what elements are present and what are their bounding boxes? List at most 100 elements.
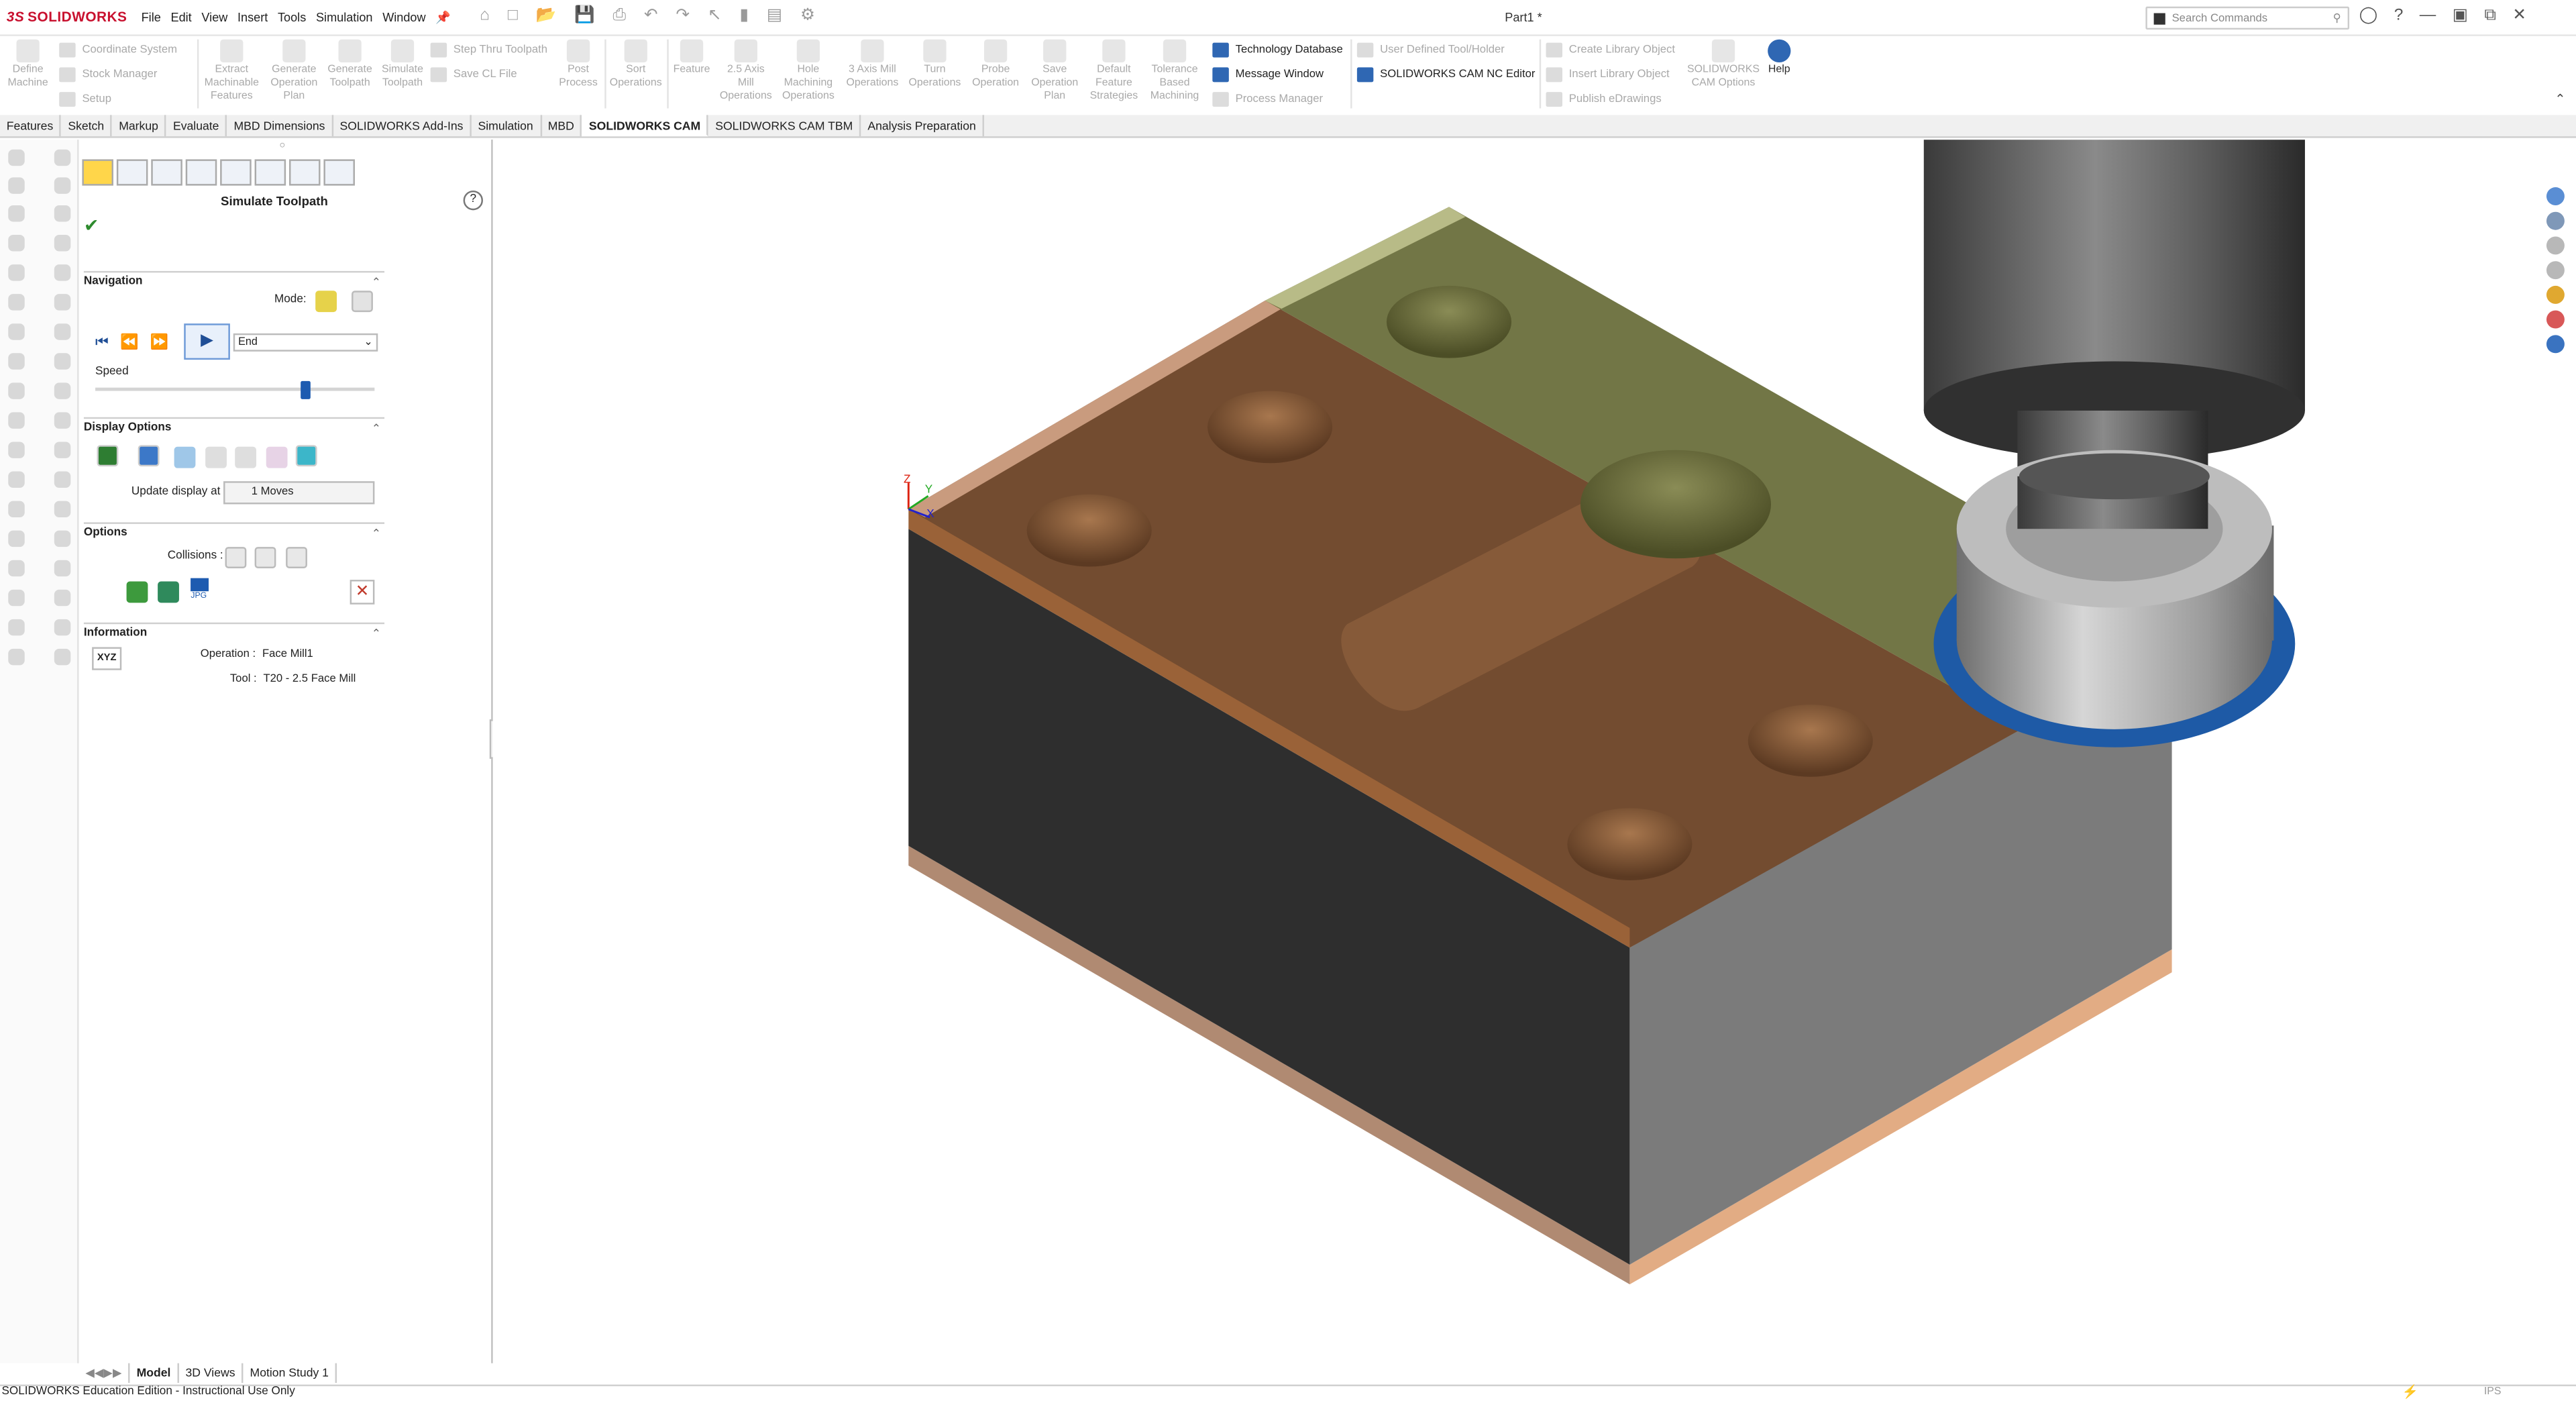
tool-icon[interactable] <box>8 530 25 548</box>
rebuild-status-icon[interactable]: ⚡ <box>2402 1384 2418 1399</box>
probe-operation-button[interactable]: Probe Operation <box>966 39 1025 91</box>
cam-tool-tree-tab[interactable] <box>289 159 321 186</box>
help-button[interactable]: Help <box>1761 39 1797 77</box>
coordinate-system-button[interactable]: Coordinate System <box>59 42 177 58</box>
user-account-icon[interactable]: ◯ <box>2359 7 2377 25</box>
tab-solidworks-cam[interactable]: SOLIDWORKS CAM <box>582 115 709 137</box>
define-machine-button[interactable]: Define Machine <box>7 39 50 91</box>
tab-scroll-arrows-icon[interactable]: ◀◀▶▶ <box>79 1363 130 1384</box>
display-stock-icon[interactable] <box>138 445 160 467</box>
save-cl-file-button[interactable]: Save CL File <box>430 67 517 83</box>
appearances-icon[interactable] <box>2546 310 2565 329</box>
pin-icon[interactable]: 📌 <box>435 10 451 25</box>
tool-icon[interactable] <box>54 501 71 518</box>
search-icon[interactable]: ⚲ <box>2333 11 2341 25</box>
tab-3d-views[interactable]: 3D Views <box>179 1363 244 1384</box>
menu-edit[interactable]: Edit <box>171 10 192 25</box>
tab-motion-study[interactable]: Motion Study 1 <box>244 1363 337 1384</box>
solidworks-resources-icon[interactable] <box>2546 187 2565 205</box>
generate-operation-plan-button[interactable]: Generate Operation Plan <box>263 39 325 103</box>
technology-database-button[interactable]: Technology Database <box>1212 42 1343 58</box>
cam-operation-tree-tab[interactable] <box>254 159 286 186</box>
tab-markup[interactable]: Markup <box>112 115 167 137</box>
stock-manager-button[interactable]: Stock Manager <box>59 67 157 83</box>
menu-view[interactable]: View <box>201 10 227 25</box>
tool-icon[interactable] <box>54 294 71 311</box>
nc-editor-button[interactable]: SOLIDWORKS CAM NC Editor <box>1356 67 1535 83</box>
stop-at-dropdown[interactable]: End ⌄ <box>233 333 378 352</box>
print-icon[interactable]: ⎙ <box>612 7 626 25</box>
speed-slider-track[interactable] <box>95 387 375 391</box>
configuration-manager-tab[interactable] <box>185 159 217 186</box>
solidworks-logo[interactable]: 3S SOLIDWORKS <box>7 8 127 24</box>
design-library-icon[interactable] <box>2546 236 2565 255</box>
restore-window-icon[interactable]: ⧉ <box>2484 7 2496 25</box>
tool-icon[interactable] <box>8 294 25 311</box>
tool-icon[interactable] <box>54 530 71 548</box>
tool-icon[interactable] <box>8 353 25 370</box>
menu-simulation[interactable]: Simulation <box>316 10 373 25</box>
rebuild-icon[interactable]: ▮ <box>739 7 749 25</box>
menu-insert[interactable]: Insert <box>237 10 268 25</box>
tool-icon[interactable] <box>54 442 71 458</box>
unit-system[interactable]: IPS <box>2484 1386 2502 1398</box>
publish-edrawings-button[interactable]: Publish eDrawings <box>1546 92 1662 107</box>
tool-icon[interactable] <box>54 412 71 429</box>
tab-features[interactable]: Features <box>0 115 62 137</box>
tool-icon[interactable] <box>54 560 71 577</box>
turn-operations-button[interactable]: Turn Operations <box>905 39 964 91</box>
tool-icon[interactable] <box>54 471 71 488</box>
display-holder-icon[interactable] <box>235 446 257 468</box>
display-difference-icon[interactable] <box>266 446 288 468</box>
tab-solidworks-add-ins[interactable]: SOLIDWORKS Add-Ins <box>333 115 472 137</box>
sort-operations-button[interactable]: Sort Operations <box>606 39 665 91</box>
minimize-icon[interactable]: — <box>2420 7 2436 25</box>
home-icon[interactable]: ⌂ <box>480 7 490 25</box>
collapse-chevron-icon[interactable]: ⌃ <box>372 422 381 435</box>
close-icon[interactable]: ✕ <box>2512 7 2526 25</box>
close-simulation-icon[interactable]: ✕ <box>350 580 375 605</box>
cam-feature-tree-tab[interactable] <box>82 159 113 186</box>
process-manager-button[interactable]: Process Manager <box>1212 92 1323 107</box>
collision-stop-icon[interactable] <box>225 547 247 568</box>
save-part-icon[interactable] <box>158 581 179 603</box>
mode-path-icon[interactable] <box>352 291 373 313</box>
2-5-axis-mill-operations-button[interactable]: 2.5 Axis Mill Operations <box>716 39 775 103</box>
help-question-icon[interactable]: ? <box>463 190 484 211</box>
message-window-button[interactable]: Message Window <box>1212 67 1324 83</box>
help-question-icon[interactable]: ? <box>2394 7 2404 25</box>
update-display-field[interactable]: 1 Moves <box>223 481 375 505</box>
file-explorer-icon[interactable] <box>2546 261 2565 280</box>
tool-icon[interactable] <box>54 323 71 340</box>
create-library-object-button[interactable]: Create Library Object <box>1546 42 1675 58</box>
insert-library-object-button[interactable]: Insert Library Object <box>1546 67 1670 83</box>
search-commands-input[interactable]: Search Commands ⚲ <box>2145 6 2350 30</box>
display-tool-icon[interactable] <box>205 446 227 468</box>
generate-toolpath-button[interactable]: Generate Toolpath <box>322 39 378 91</box>
step-thru-toolpath-button[interactable]: Step Thru Toolpath <box>430 42 547 58</box>
graphics-viewport[interactable]: Z Y X <box>492 140 2555 1363</box>
simulate-toolpath-button[interactable]: Simulate Toolpath <box>376 39 429 91</box>
tool-icon[interactable] <box>54 648 71 666</box>
save-stl-icon[interactable] <box>126 581 148 603</box>
post-process-button[interactable]: Post Process <box>555 39 602 91</box>
feature-button[interactable]: Feature <box>669 39 715 77</box>
tool-icon[interactable] <box>8 648 25 666</box>
xyz-button[interactable]: XYZ <box>92 647 122 670</box>
tool-icon[interactable] <box>8 412 25 429</box>
menu-file[interactable]: File <box>142 10 161 25</box>
collapse-ribbon-chevron-icon[interactable]: ⌃ <box>2555 92 2565 107</box>
save-jpg-button[interactable]: JPG <box>187 578 210 601</box>
tool-icon[interactable] <box>54 205 71 222</box>
tool-icon[interactable] <box>8 323 25 340</box>
options-gear-icon[interactable]: ⚙ <box>800 7 815 25</box>
display-part-icon[interactable] <box>174 446 196 468</box>
tool-icon[interactable] <box>8 264 25 281</box>
tool-icon[interactable] <box>8 471 25 488</box>
hole-machining-operations-button[interactable]: Hole Machining Operations <box>775 39 841 103</box>
panel-grip-icon[interactable]: ○ <box>279 142 285 152</box>
user-defined-tool-holder-button[interactable]: User Defined Tool/Holder <box>1356 42 1505 58</box>
menu-window[interactable]: Window <box>382 10 425 25</box>
3-axis-mill-operations-button[interactable]: 3 Axis Mill Operations <box>841 39 904 91</box>
tool-icon[interactable] <box>54 589 71 607</box>
